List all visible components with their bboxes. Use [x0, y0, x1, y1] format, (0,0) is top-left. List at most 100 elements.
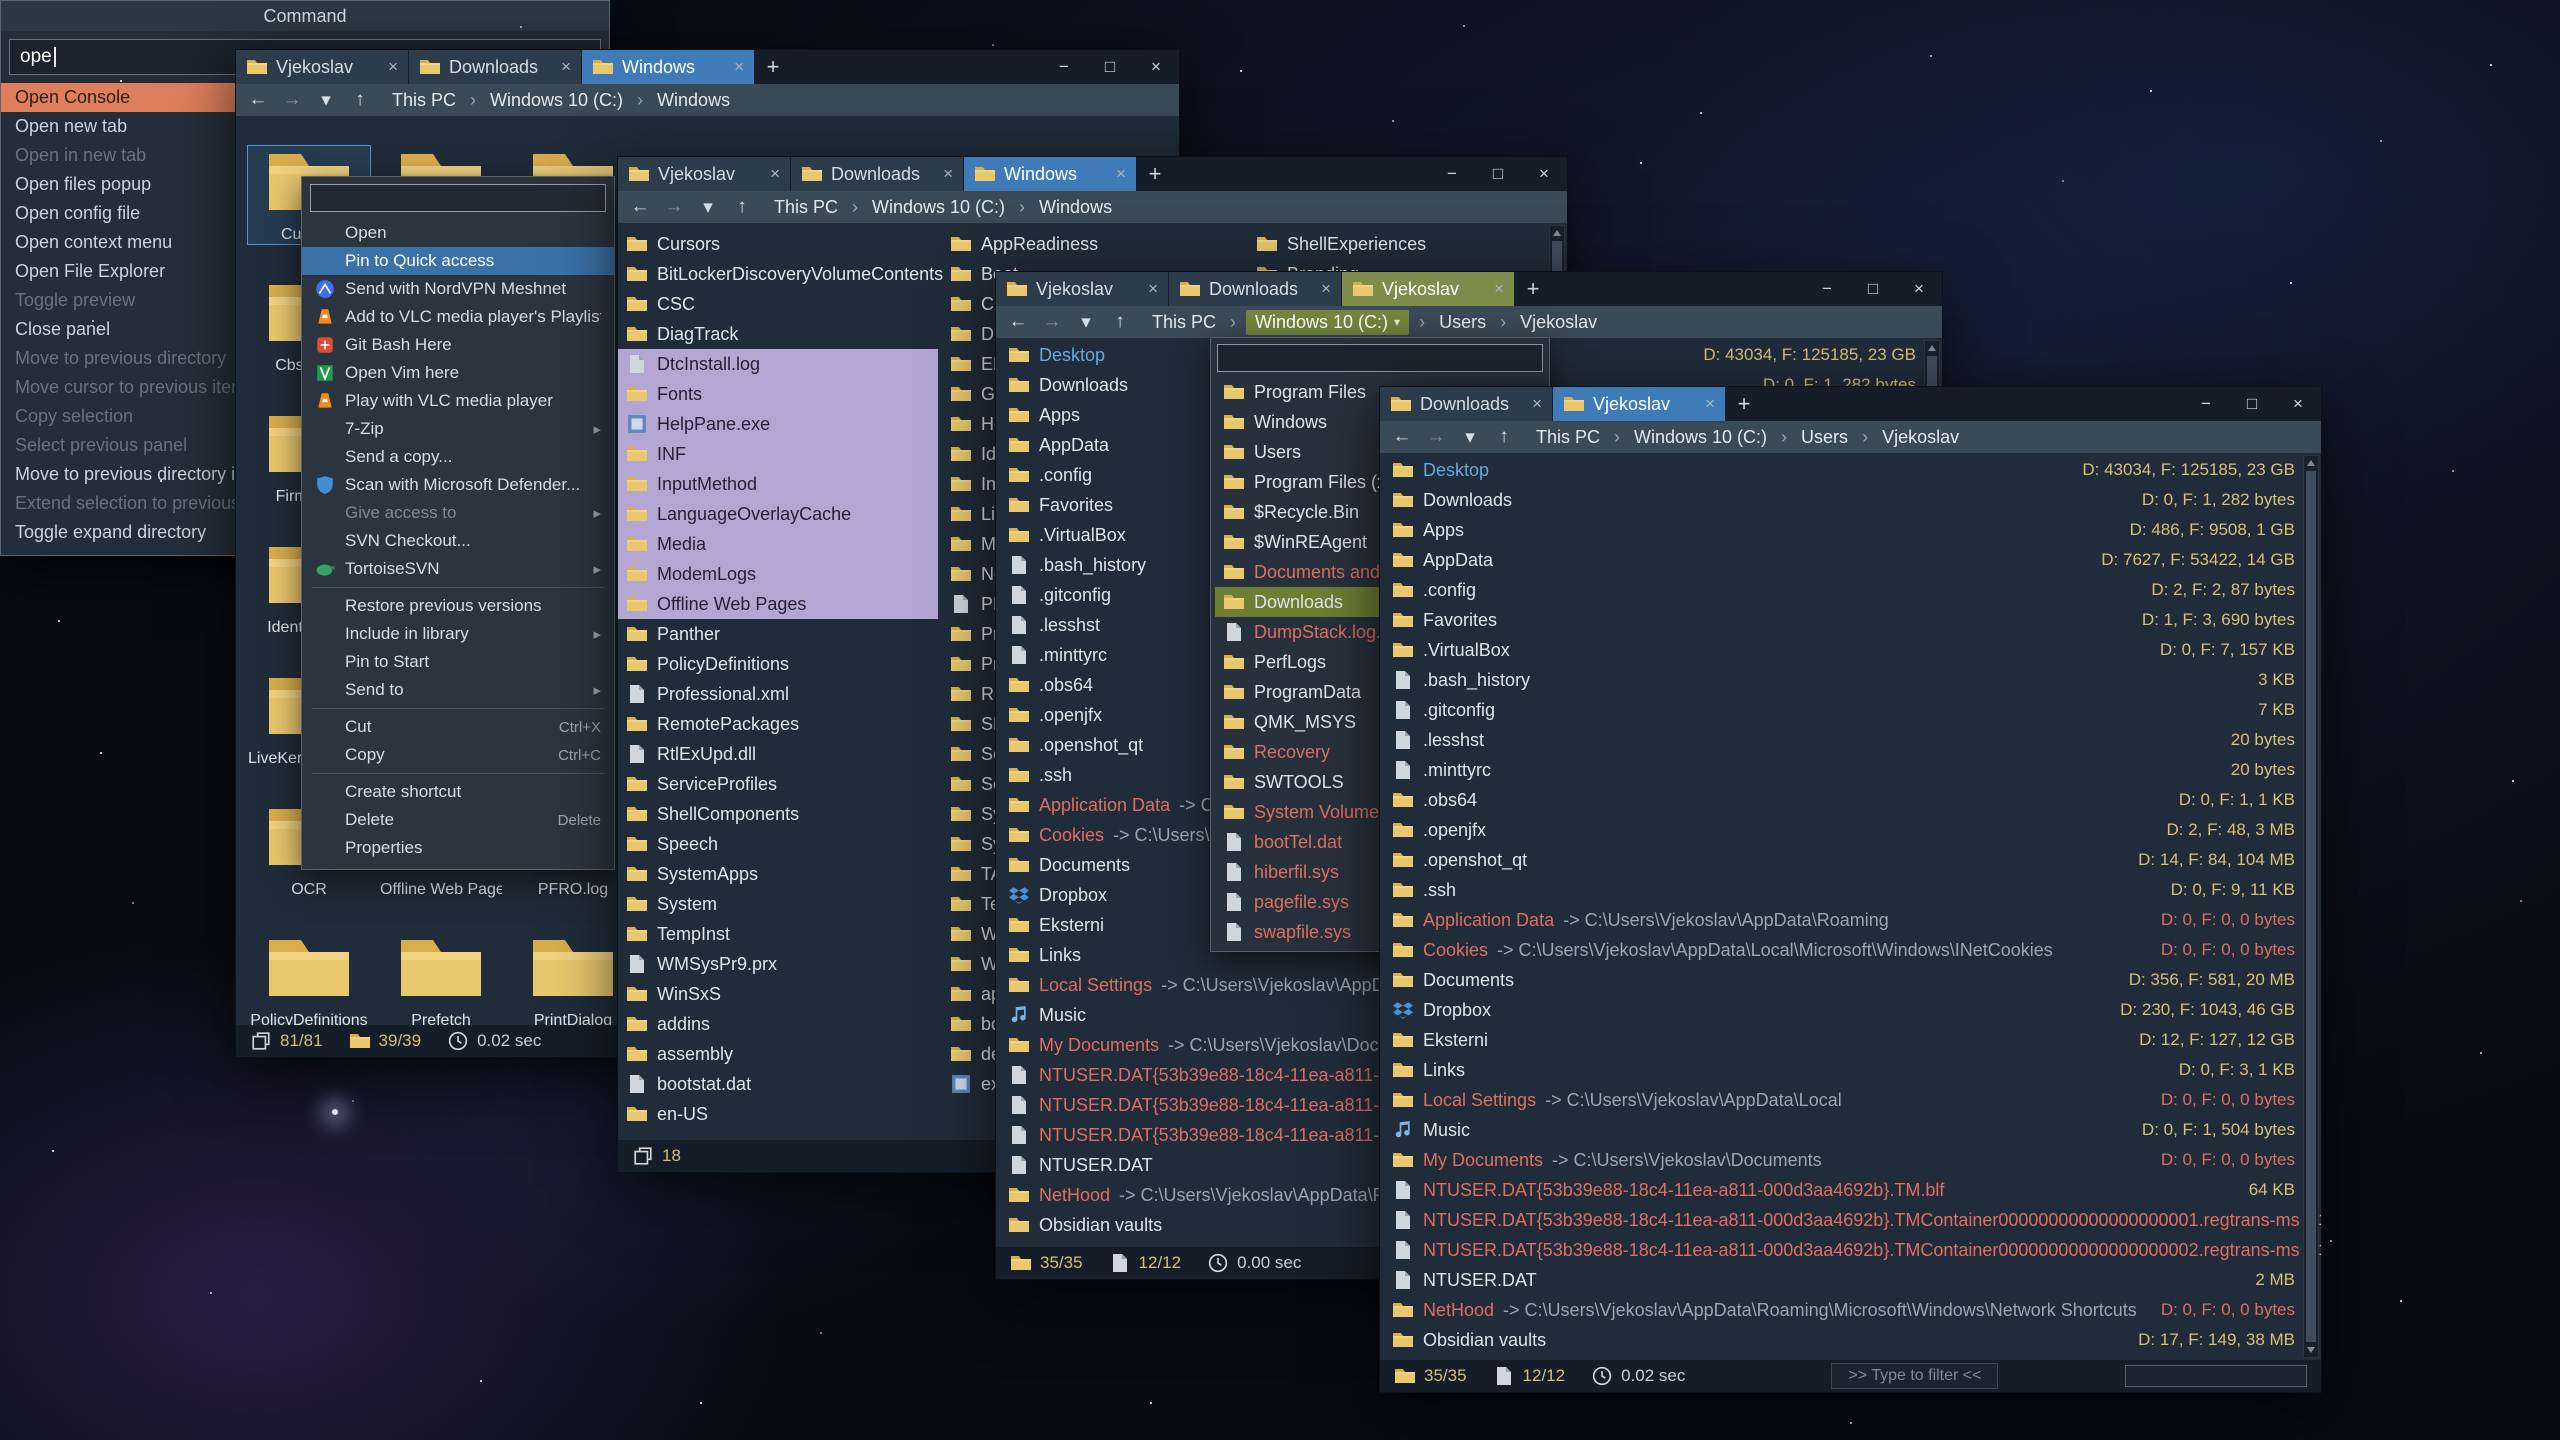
file-row[interactable]: Panther	[618, 619, 938, 649]
file-row[interactable]: FavoritesD: 1, F: 3, 690 bytes	[1380, 605, 2321, 635]
breadcrumb-segment[interactable]: Windows 10 (C:)	[868, 196, 1009, 219]
scrollbar-thumb[interactable]	[2306, 471, 2316, 1342]
file-row[interactable]: EksterniD: 12, F: 127, 12 GB	[1380, 1025, 2321, 1055]
grid-item[interactable]: PolicyDefinitions	[248, 932, 370, 1025]
file-row[interactable]: NTUSER.DAT{53b39e88-18c4-11ea-a811-000d3…	[1380, 1235, 2321, 1265]
back-icon[interactable]: ←	[246, 89, 270, 111]
back-icon[interactable]: ←	[1006, 311, 1030, 333]
menu-item[interactable]: Git Bash Here	[302, 331, 614, 359]
file-row[interactable]: .gitconfig7 KB	[1380, 695, 2321, 725]
menu-item[interactable]: Open Vim here	[302, 359, 614, 387]
new-tab-button[interactable]: +	[1515, 272, 1551, 306]
new-tab-button[interactable]: +	[1137, 157, 1173, 191]
file-row[interactable]: BitLockerDiscoveryVolumeContents	[618, 259, 938, 289]
file-row[interactable]: TempInst	[618, 919, 938, 949]
menu-item[interactable]: Play with VLC media player	[302, 387, 614, 415]
menu-item[interactable]: TortoiseSVN▸	[302, 555, 614, 583]
minimize-button[interactable]: −	[2183, 387, 2229, 421]
file-row[interactable]: AppReadiness	[942, 229, 1242, 259]
vertical-scrollbar[interactable]	[2303, 455, 2319, 1358]
breadcrumb-segment[interactable]: Windows 10 (C:)	[1630, 426, 1771, 449]
close-button[interactable]: ×	[1896, 272, 1942, 306]
file-row[interactable]: DtcInstall.log	[618, 349, 938, 379]
file-row[interactable]: .openjfxD: 2, F: 48, 3 MB	[1380, 815, 2321, 845]
menu-item[interactable]: Create shortcut	[302, 778, 614, 806]
file-row[interactable]: LinksD: 0, F: 3, 1 KB	[1380, 1055, 2321, 1085]
tab-downloads[interactable]: Downloads×	[1380, 387, 1553, 421]
maximize-button[interactable]: □	[1850, 272, 1896, 306]
menu-item[interactable]: Send a copy...	[302, 443, 614, 471]
file-row[interactable]: AppsD: 486, F: 9508, 1 GB	[1380, 515, 2321, 545]
minimize-button[interactable]: −	[1429, 157, 1475, 191]
minimize-button[interactable]: −	[1041, 50, 1087, 84]
back-icon[interactable]: ←	[1390, 426, 1414, 448]
menu-item[interactable]: Open	[302, 219, 614, 247]
file-row[interactable]: DiagTrack	[618, 319, 938, 349]
tab-vjekoslav[interactable]: Vjekoslav×	[1553, 387, 1726, 421]
titlebar[interactable]: Vjekoslav×Downloads×Vjekoslav×+−□×	[996, 272, 1942, 306]
dropdown-icon[interactable]: ▾	[696, 196, 720, 219]
menu-item[interactable]: Send with NordVPN Meshnet	[302, 275, 614, 303]
menu-item[interactable]: Pin to Start	[302, 648, 614, 676]
file-row[interactable]: CSC	[618, 289, 938, 319]
file-row[interactable]: PolicyDefinitions	[618, 649, 938, 679]
tab-downloads[interactable]: Downloads×	[1169, 272, 1342, 306]
close-button[interactable]: ×	[1133, 50, 1179, 84]
file-row[interactable]: Media	[618, 529, 938, 559]
dropdown-icon[interactable]: ▾	[1074, 311, 1098, 334]
forward-icon[interactable]: →	[1040, 311, 1064, 333]
menu-item[interactable]: Scan with Microsoft Defender...	[302, 471, 614, 499]
file-row[interactable]: Cookies-> C:\Users\Vjekoslav\AppData\Loc…	[1380, 935, 2321, 965]
menu-item[interactable]: Include in library▸	[302, 620, 614, 648]
maximize-button[interactable]: □	[1475, 157, 1521, 191]
up-icon[interactable]: ↑	[348, 89, 372, 111]
tab-vjekoslav[interactable]: Vjekoslav×	[236, 50, 409, 84]
file-row[interactable]: My Documents-> C:\Users\Vjekoslav\Docume…	[1380, 1145, 2321, 1175]
breadcrumb-segment[interactable]: Windows	[1035, 196, 1116, 219]
file-row[interactable]: WinSxS	[618, 979, 938, 1009]
tab-windows[interactable]: Windows×	[582, 50, 755, 84]
file-row[interactable]: RemotePackages	[618, 709, 938, 739]
file-row[interactable]: NetHood-> C:\Users\Vjekoslav\AppData\Roa…	[1380, 1295, 2321, 1325]
scroll-up-icon[interactable]	[1550, 226, 1564, 240]
file-row[interactable]: Obsidian vaultsD: 17, F: 149, 38 MB	[1380, 1325, 2321, 1355]
file-row[interactable]: SystemApps	[618, 859, 938, 889]
scroll-up-icon[interactable]	[1925, 341, 1939, 355]
tab-downloads[interactable]: Downloads×	[791, 157, 964, 191]
tab-close-icon[interactable]: ×	[555, 57, 571, 77]
tab-vjekoslav[interactable]: Vjekoslav×	[996, 272, 1169, 306]
titlebar[interactable]: Downloads×Vjekoslav×+−□×	[1380, 387, 2321, 421]
file-row[interactable]: .lesshst20 bytes	[1380, 725, 2321, 755]
file-row[interactable]: .bash_history3 KB	[1380, 665, 2321, 695]
file-row[interactable]: DownloadsD: 0, F: 1, 282 bytes	[1380, 485, 2321, 515]
tab-close-icon[interactable]: ×	[1699, 394, 1715, 414]
tab-close-icon[interactable]: ×	[764, 164, 780, 184]
file-row[interactable]: .minttyrc20 bytes	[1380, 755, 2321, 785]
menu-item[interactable]: 7-Zip▸	[302, 415, 614, 443]
tab-vjekoslav[interactable]: Vjekoslav×	[1342, 272, 1515, 306]
breadcrumb-segment[interactable]: Windows	[653, 89, 734, 112]
file-row[interactable]: INF	[618, 439, 938, 469]
breadcrumb-segment[interactable]: Vjekoslav	[1516, 311, 1601, 334]
file-row[interactable]: Professional.xml	[618, 679, 938, 709]
breadcrumb-segment[interactable]: Users	[1797, 426, 1852, 449]
path-edit-input[interactable]	[1217, 344, 1543, 372]
tab-windows[interactable]: Windows×	[964, 157, 1137, 191]
tab-close-icon[interactable]: ×	[1142, 279, 1158, 299]
file-row[interactable]: Application Data-> C:\Users\Vjekoslav\Ap…	[1380, 905, 2321, 935]
menu-item[interactable]: SVN Checkout...	[302, 527, 614, 555]
breadcrumb-segment[interactable]: This PC	[770, 196, 842, 219]
tab-close-icon[interactable]: ×	[728, 57, 744, 77]
titlebar[interactable]: Vjekoslav×Downloads×Windows×+−□×	[236, 50, 1179, 84]
breadcrumb-segment[interactable]: Windows 10 (C:)▾	[1246, 310, 1409, 335]
scroll-down-icon[interactable]	[2304, 1343, 2318, 1357]
back-icon[interactable]: ←	[628, 196, 652, 218]
scroll-up-icon[interactable]	[2304, 456, 2318, 470]
file-row[interactable]: en-US	[618, 1099, 938, 1129]
menu-item[interactable]: Properties	[302, 834, 614, 862]
file-row[interactable]: .VirtualBoxD: 0, F: 7, 157 KB	[1380, 635, 2321, 665]
tab-close-icon[interactable]: ×	[382, 57, 398, 77]
file-row[interactable]: ShellComponents	[618, 799, 938, 829]
file-row[interactable]: NTUSER.DAT{53b39e88-18c4-11ea-a811-000d3…	[1380, 1205, 2321, 1235]
file-row[interactable]: DocumentsD: 356, F: 581, 20 MB	[1380, 965, 2321, 995]
